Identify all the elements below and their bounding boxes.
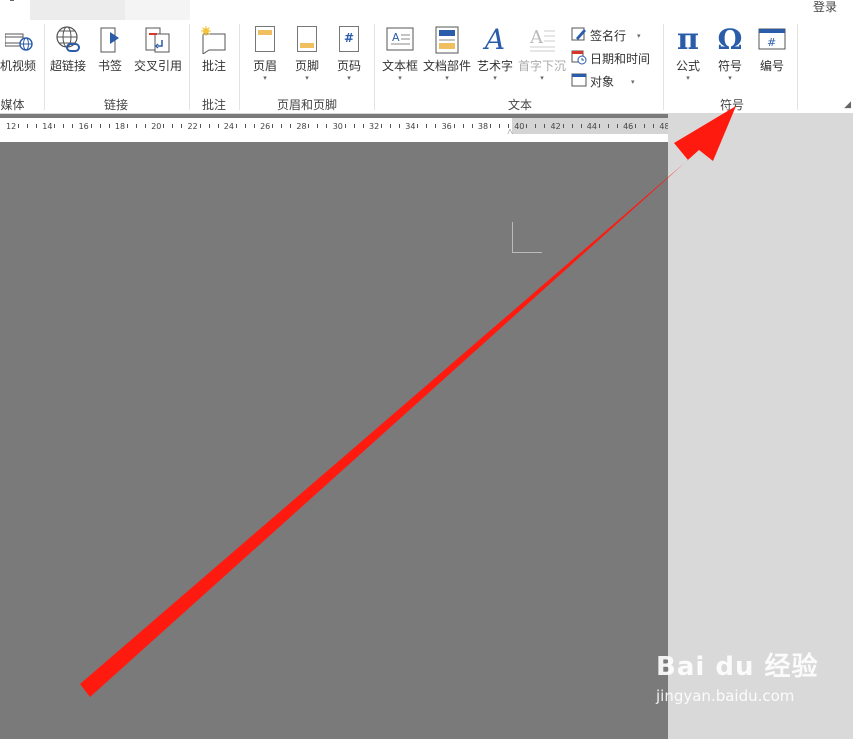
red-arrow-annotation: [80, 106, 736, 697]
watermark-line1: Bai du 经验: [656, 652, 819, 682]
baidu-watermark: Bai du 经验 jingyan.baidu.com: [656, 646, 819, 705]
watermark-line2: jingyan.baidu.com: [656, 687, 795, 705]
